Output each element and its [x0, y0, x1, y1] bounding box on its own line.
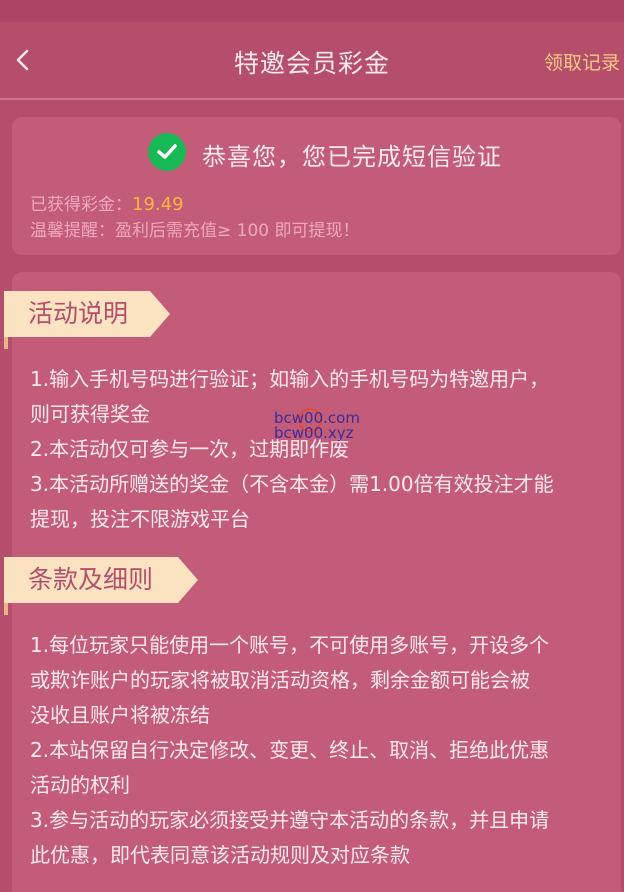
earned-label: 已获得彩金：	[30, 195, 132, 215]
watermark: bcw00.com bcw00.xyz	[274, 411, 360, 441]
watermark-line: bcw00.xyz	[274, 424, 354, 442]
check-circle-icon	[148, 133, 186, 171]
verification-card: 恭喜您，您已完成短信验证 已获得彩金：19.49 温馨提醒：盈利后需充值≥ 10…	[12, 117, 621, 255]
page-title: 特邀会员彩金	[233, 49, 390, 78]
success-message: 恭喜您，您已完成短信验证	[202, 143, 502, 171]
withdraw-tip: 温馨提醒：盈利后需充值≥ 100 即可提现！	[30, 221, 360, 241]
earned-bonus: 已获得彩金：19.49	[30, 190, 184, 215]
terms-description: 1.每位玩家只能使用一个账号，不可使用多账号，开设多个 或欺诈账户的玩家将被取消…	[30, 628, 615, 873]
terms-line: 此优惠，即代表同意该活动规则及对应条款	[30, 843, 410, 867]
activity-heading: 活动说明	[4, 291, 170, 337]
terms-line: 2.本站保留自行决定修改、变更、终止、取消、拒绝此优惠	[30, 738, 550, 762]
activity-line: 1.输入手机号码进行验证；如输入的手机号码为特邀用户，	[30, 367, 550, 391]
activity-description: 1.输入手机号码进行验证；如输入的手机号码为特邀用户， 则可获得奖金 2.本活动…	[30, 362, 615, 537]
ribbon-fold	[4, 337, 8, 349]
ribbon-fold	[4, 603, 8, 615]
activity-line: 提现，投注不限游戏平台	[30, 507, 250, 531]
terms-line: 没收且账户将被冻结	[30, 703, 210, 727]
terms-line: 或欺诈账户的玩家将被取消活动资格，剩余金额可能会被	[30, 668, 530, 692]
terms-line: 1.每位玩家只能使用一个账号，不可使用多账号，开设多个	[30, 633, 550, 657]
terms-line: 活动的权利	[30, 773, 130, 797]
terms-heading: 条款及细则	[4, 557, 198, 603]
earned-amount: 19.49	[132, 194, 184, 215]
terms-line: 3.参与活动的玩家必须接受并遵守本活动的条款，并且申请	[30, 808, 550, 832]
status-bar	[0, 0, 624, 22]
activity-line: 3.本活动所赠送的奖金（不含本金）需1.00倍有效投注才能	[30, 472, 554, 496]
claim-record-link[interactable]: 领取记录	[544, 48, 620, 75]
nav-bar: 特邀会员彩金 领取记录	[0, 22, 624, 100]
